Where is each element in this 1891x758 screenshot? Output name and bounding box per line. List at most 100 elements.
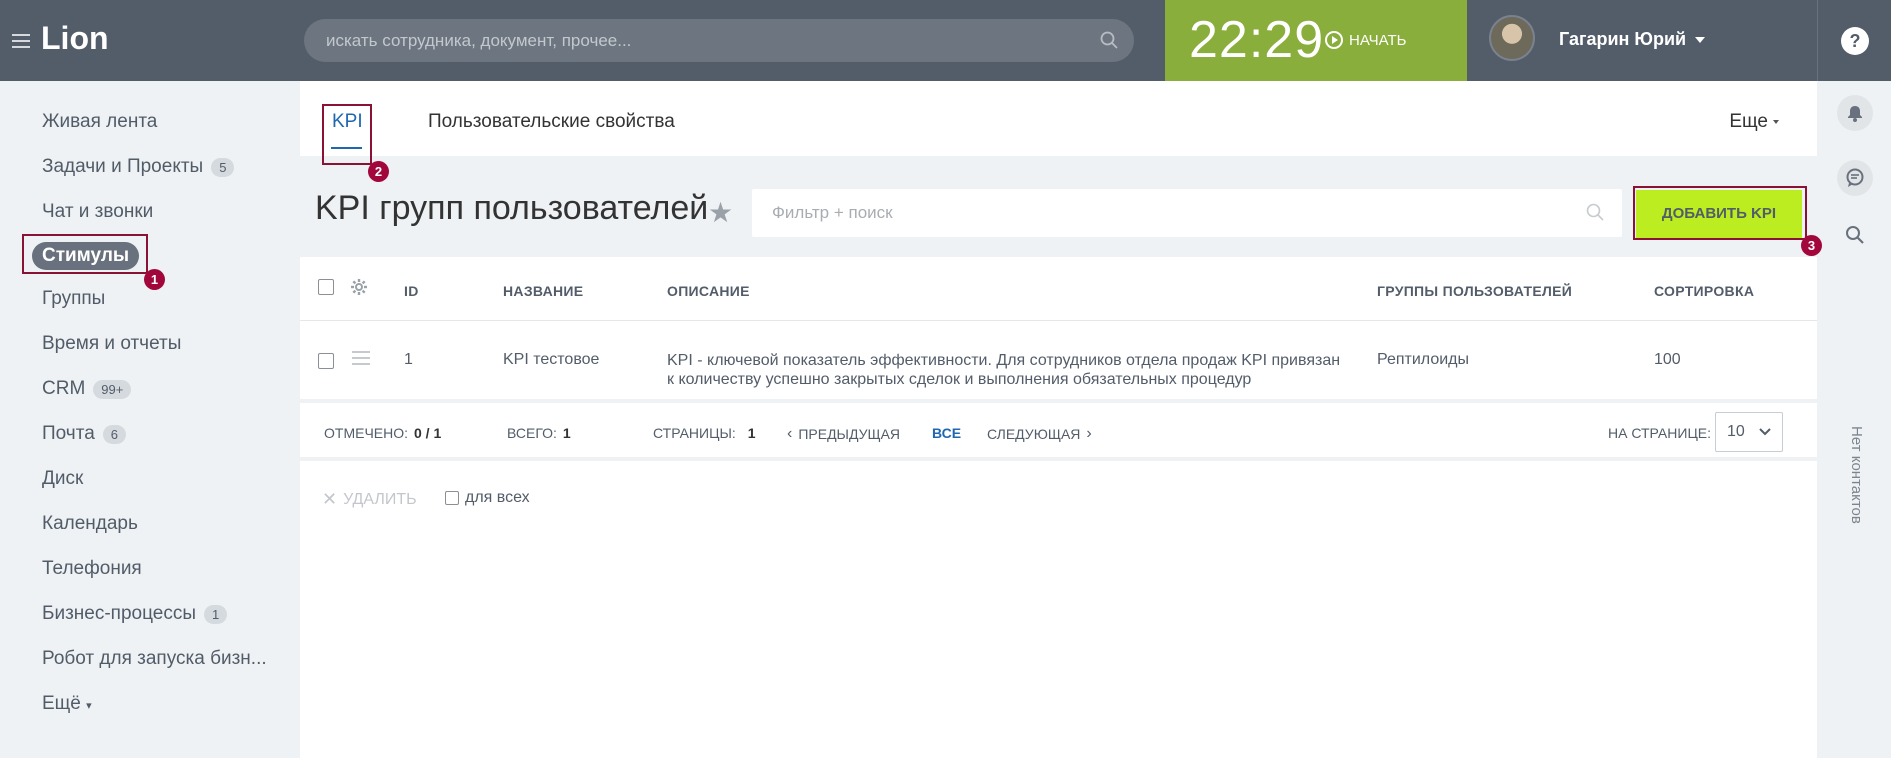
sidebar-item-crm[interactable]: CRM 99+ <box>42 378 132 400</box>
next-page-link[interactable]: СЛЕДУЮЩАЯ › <box>987 425 1092 443</box>
sidebar-item-tasks[interactable]: Задачи и Проекты 5 <box>42 156 235 178</box>
annotation-badge: 2 <box>368 161 389 182</box>
tab-more[interactable]: Еще <box>1729 111 1779 133</box>
delete-label: УДАЛИТЬ <box>343 490 417 508</box>
sidebar-more[interactable]: Ещё ▾ <box>42 693 92 715</box>
sidebar-item-disk[interactable]: Диск <box>42 468 83 490</box>
chevron-down-icon[interactable] <box>1695 37 1705 43</box>
column-id[interactable]: ID <box>404 283 419 299</box>
table-row[interactable]: 1 KPI тестовое KPI - ключевой показатель… <box>300 321 1817 399</box>
delete-button[interactable]: ✕ УДАЛИТЬ <box>322 489 417 510</box>
sidebar-item-label: Календарь <box>42 513 138 534</box>
menu-icon[interactable] <box>12 34 30 48</box>
sidebar-item-calendar[interactable]: Календарь <box>42 513 138 535</box>
tab-user-properties[interactable]: Пользовательские свойства <box>428 111 675 133</box>
cell-name[interactable]: KPI тестовое <box>503 351 599 369</box>
sidebar-item-label: Почта <box>42 423 95 444</box>
main-content: KPI Пользовательские свойства Еще KPI гр… <box>300 81 1817 758</box>
search-icon[interactable] <box>1586 203 1604 226</box>
sidebar-item-groups[interactable]: Группы <box>42 288 105 310</box>
chevron-down-icon <box>1759 423 1771 441</box>
total-count: ВСЕГО: 1 <box>507 425 571 441</box>
sidebar-item-feed[interactable]: Живая лента <box>42 111 157 133</box>
marked-label: ОТМЕЧЕНО: <box>324 425 408 441</box>
sidebar-item-chat[interactable]: Чат и звонки <box>42 201 153 223</box>
cell-id: 1 <box>404 351 413 368</box>
marked-count: ОТМЕЧЕНО: 0 / 1 <box>324 425 441 441</box>
per-page-label: НА СТРАНИЦЕ: <box>1608 425 1712 441</box>
counter-badge: 6 <box>102 424 126 444</box>
counter-badge: 99+ <box>93 379 132 399</box>
page-title: KPI групп пользователей <box>315 189 709 227</box>
global-search[interactable] <box>304 19 1134 62</box>
sidebar-item-label: Бизнес-процессы <box>42 603 196 624</box>
global-search-input[interactable] <box>326 19 1086 62</box>
counter-badge: 1 <box>204 604 228 624</box>
sidebar-item-time[interactable]: Время и отчеты <box>42 333 181 355</box>
chevron-right-icon: › <box>1086 425 1092 442</box>
start-workday-button[interactable]: НАЧАТЬ <box>1325 31 1407 49</box>
avatar[interactable] <box>1489 15 1535 61</box>
per-page-value: 10 <box>1727 423 1745 440</box>
sidebar-item-label: CRM <box>42 378 86 399</box>
column-groups[interactable]: ГРУППЫ ПОЛЬЗОВАТЕЛЕЙ <box>1377 283 1572 299</box>
star-icon[interactable]: ★ <box>708 196 733 229</box>
sidebar-item-mail[interactable]: Почта 6 <box>42 423 126 445</box>
sidebar-item-label: Время и отчеты <box>42 333 182 354</box>
pages-info: СТРАНИЦЫ: 1 <box>653 425 756 441</box>
clock: 22:29 <box>1189 11 1325 69</box>
sidebar-item-bizproc[interactable]: Бизнес-процессы 1 <box>42 603 228 625</box>
tab-more-label: Еще <box>1729 111 1768 132</box>
highlight-add-kpi <box>1633 186 1807 240</box>
marked-value: 0 / 1 <box>414 425 442 441</box>
sidebar: Живая лента Задачи и Проекты 5 Чат и звон… <box>0 81 300 758</box>
column-sort[interactable]: СОРТИРОВКА <box>1654 283 1754 299</box>
search-icon[interactable] <box>1837 217 1873 253</box>
row-checkbox[interactable] <box>318 353 334 369</box>
cell-sort: 100 <box>1654 351 1681 368</box>
group-actions: ✕ УДАЛИТЬ для всех <box>300 461 1817 521</box>
prev-page-link[interactable]: ‹ ПРЕДЫДУЩАЯ <box>787 425 900 443</box>
pages-label: СТРАНИЦЫ: <box>653 425 736 441</box>
for-all-option[interactable]: для всех <box>445 489 530 507</box>
table-header: ID НАЗВАНИЕ ОПИСАНИЕ ГРУППЫ ПОЛЬЗОВАТЕЛЕ… <box>300 257 1817 321</box>
notifications-icon[interactable] <box>1837 95 1873 131</box>
column-name[interactable]: НАЗВАНИЕ <box>503 283 583 299</box>
sidebar-item-label: Задачи и Проекты <box>42 156 204 177</box>
for-all-checkbox[interactable] <box>445 491 459 505</box>
drag-handle-icon[interactable] <box>352 351 370 369</box>
top-header: Lion 22:29 НАЧАТЬ Гагарин Юрий ? <box>0 0 1891 81</box>
per-page-select[interactable]: 10 <box>1715 412 1783 452</box>
logo[interactable]: Lion <box>41 20 109 57</box>
all-pages-link[interactable]: ВСЕ <box>932 425 961 441</box>
sidebar-item-telephony[interactable]: Телефония <box>42 558 142 580</box>
user-name[interactable]: Гагарин Юрий <box>1559 29 1686 50</box>
gear-icon[interactable] <box>350 278 368 301</box>
chevron-down-icon: ▾ <box>86 700 92 712</box>
filter-search-input[interactable] <box>772 189 1572 237</box>
sidebar-item-label: Чат и звонки <box>42 201 154 222</box>
filter-search[interactable] <box>752 189 1622 237</box>
help-icon[interactable]: ? <box>1841 27 1869 55</box>
sidebar-item-label: Робот для запуска бизн... <box>42 648 267 669</box>
sidebar-item-label: Телефония <box>42 558 142 579</box>
play-icon <box>1325 31 1343 49</box>
column-description[interactable]: ОПИСАНИЕ <box>667 283 750 299</box>
prev-label: ПРЕДЫДУЩАЯ <box>798 426 901 442</box>
work-timer: 22:29 НАЧАТЬ <box>1165 0 1467 81</box>
annotation-badge: 3 <box>1801 235 1822 256</box>
search-icon[interactable] <box>1100 31 1118 54</box>
user-menu[interactable]: Гагарин Юрий <box>1467 0 1817 81</box>
no-contacts-label: Нет контактов <box>1848 426 1865 524</box>
next-label: СЛЕДУЮЩАЯ <box>987 426 1081 442</box>
highlight-kpi-tab <box>322 104 372 165</box>
counter-badge: 5 <box>211 157 235 177</box>
cell-description: KPI - ключевой показатель эффективности.… <box>667 352 1341 388</box>
chat-icon[interactable] <box>1837 160 1873 196</box>
select-all-checkbox[interactable] <box>318 279 334 295</box>
for-all-label: для всех <box>465 489 530 506</box>
sidebar-item-robot[interactable]: Робот для запуска бизн... <box>42 648 267 670</box>
toolbar: KPI групп пользователей ★ ДОБАВИТЬ KPI <box>300 156 1817 257</box>
help-area: ? <box>1817 0 1891 81</box>
pages-value: 1 <box>747 425 756 441</box>
